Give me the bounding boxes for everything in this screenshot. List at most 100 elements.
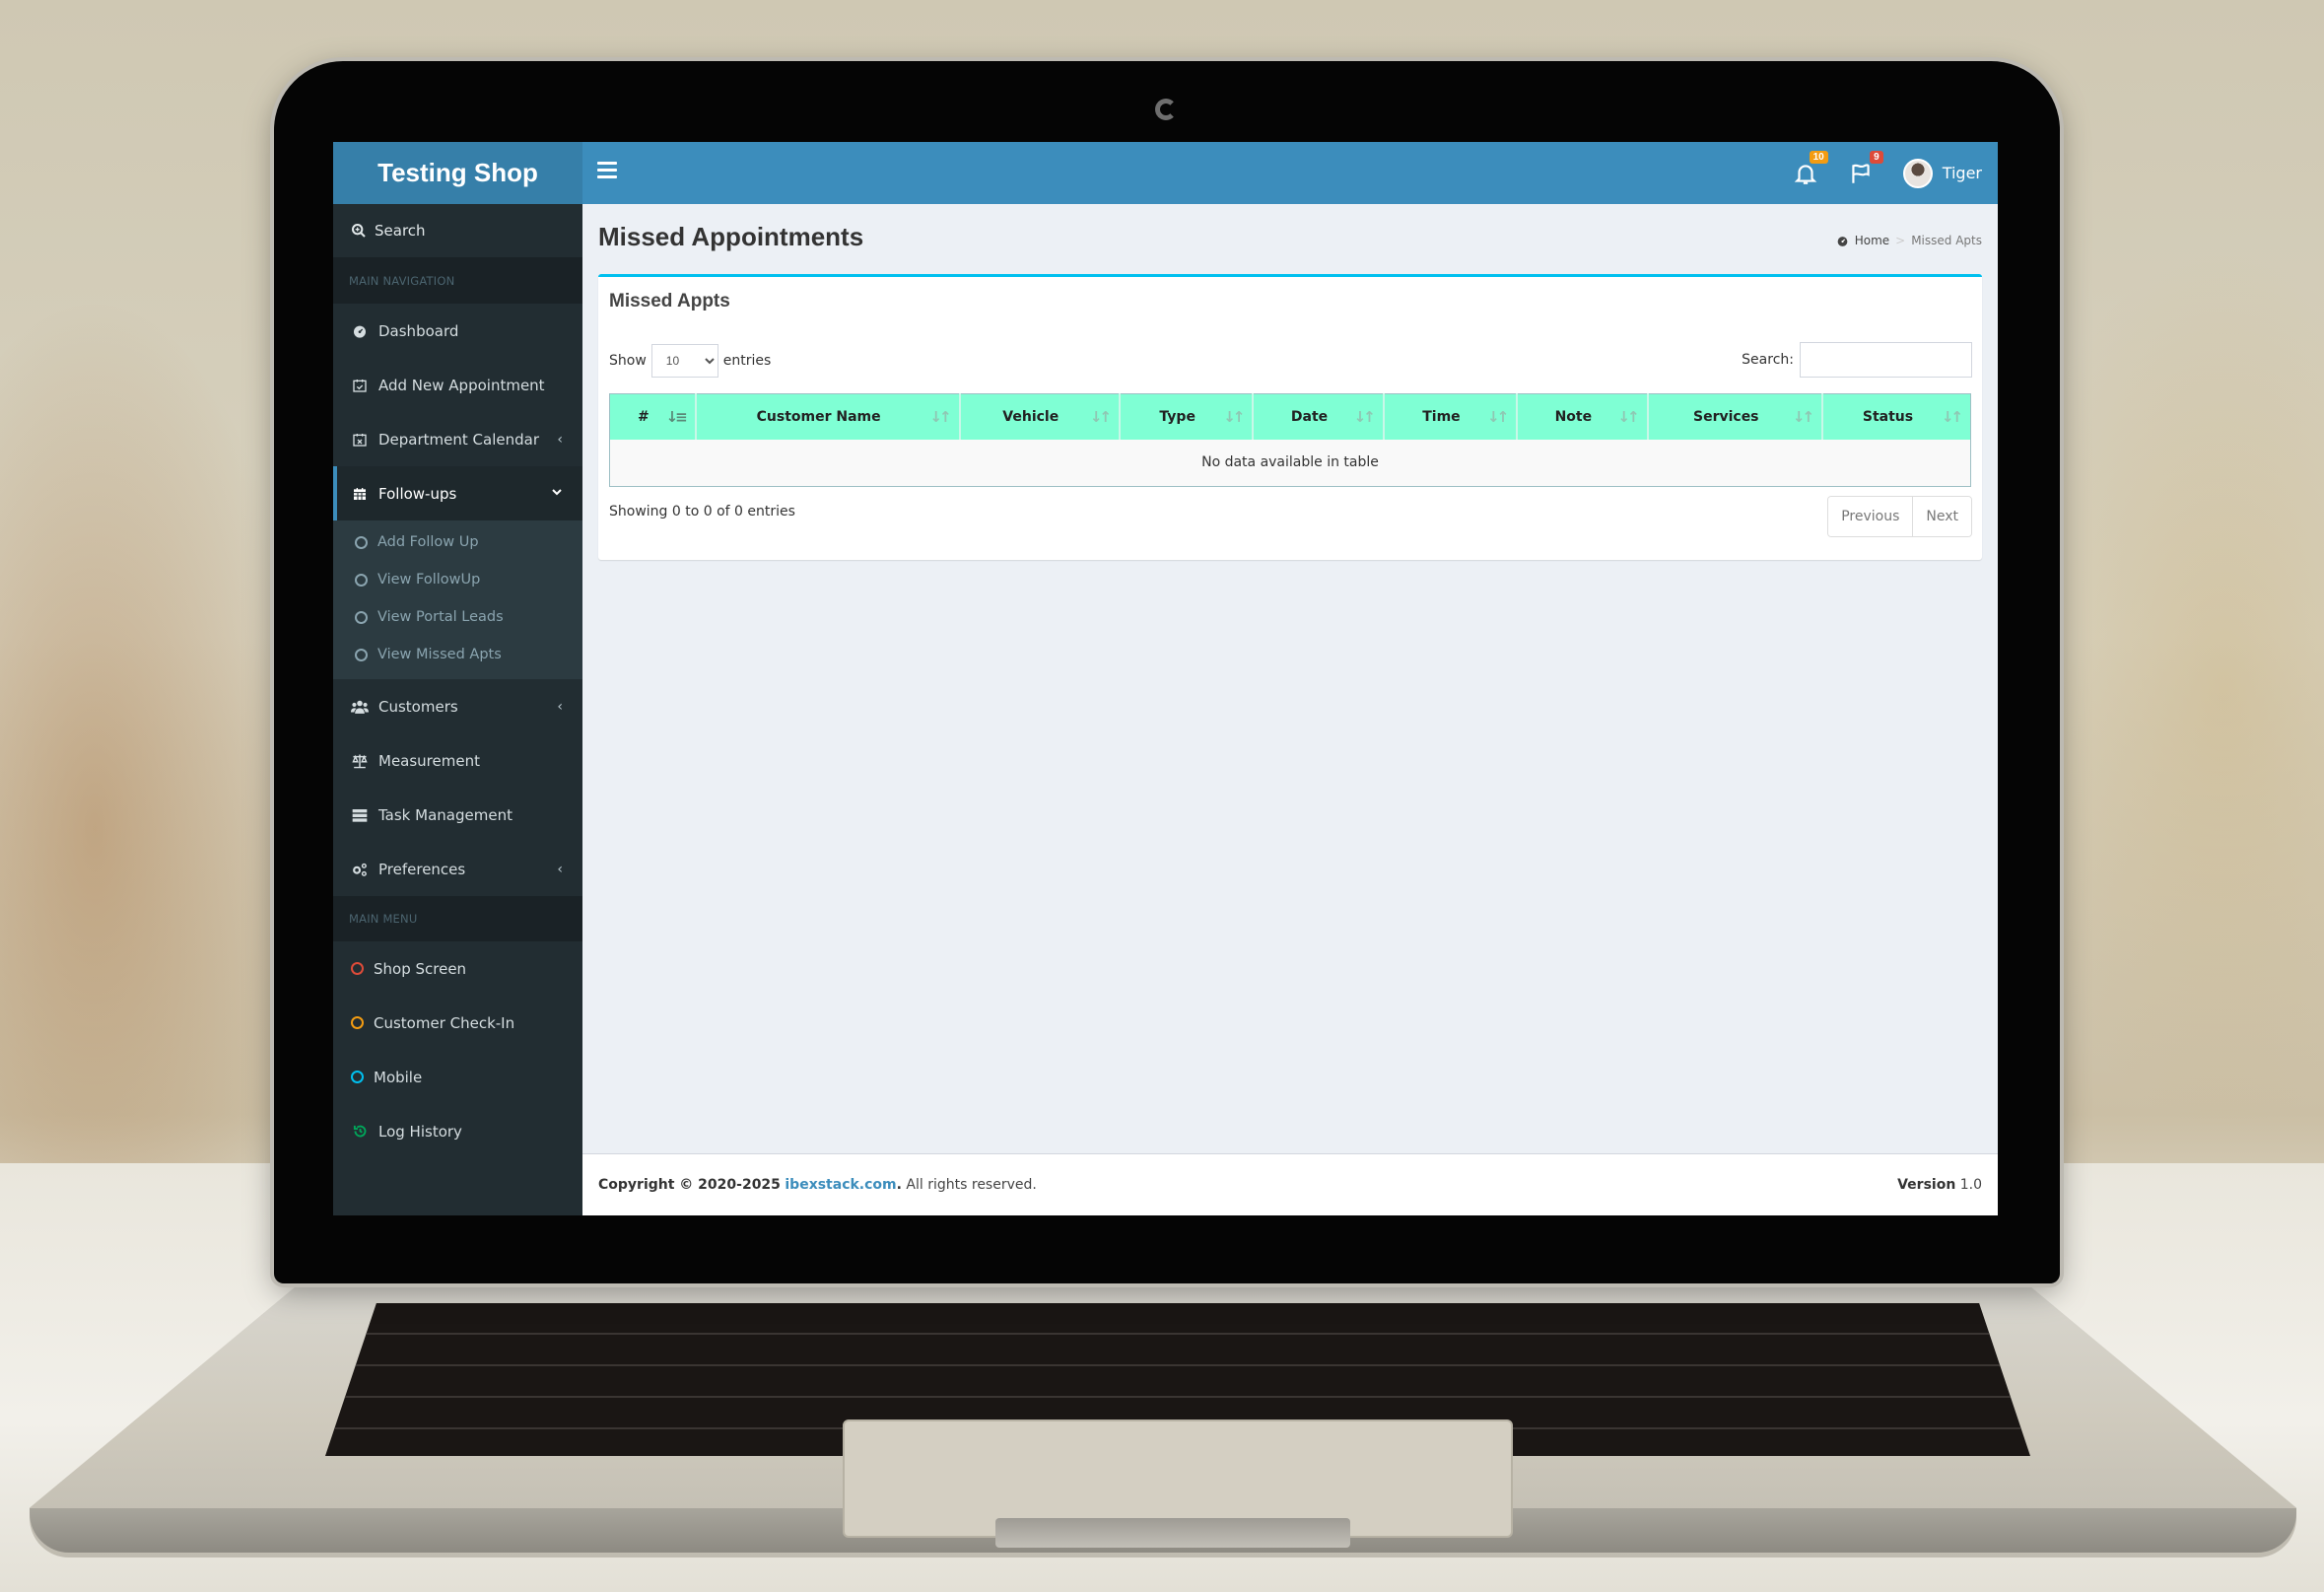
- sidebar-subitem-label: View FollowUp: [377, 572, 481, 588]
- sidebar-item-label: Customers: [378, 697, 458, 716]
- sidebar-subitem-view-followup[interactable]: View FollowUp: [333, 561, 582, 598]
- missed-appts-box: Missed Appts Show 10 entries Search: # ↓≡…: [598, 274, 1982, 560]
- show-label: Show: [609, 353, 647, 369]
- sidebar-item-department-calendar[interactable]: Department Calendar ‹: [333, 412, 582, 466]
- page-title: Missed Appointments: [598, 222, 864, 251]
- sidebar: Search MAIN NAVIGATION Dashboard Add New…: [333, 204, 582, 1215]
- sidebar-subitem-view-missed-apts[interactable]: View Missed Apts: [333, 636, 582, 673]
- sidebar-item-label: Dashboard: [378, 321, 459, 340]
- user-menu[interactable]: Tiger: [1902, 158, 1982, 188]
- column-header-date[interactable]: Date ↓↑: [1253, 393, 1385, 440]
- sidebar-item-mobile[interactable]: Mobile: [333, 1050, 582, 1104]
- company-link[interactable]: ibexstack.com: [785, 1177, 896, 1193]
- circle-icon: [355, 610, 368, 624]
- circle-icon: [351, 1071, 364, 1083]
- sidebar-header-main-menu: MAIN MENU: [333, 896, 582, 941]
- calendar-icon: [351, 485, 369, 503]
- copyright-text: Copyright © 2020-2025: [598, 1177, 781, 1193]
- top-navbar: Testing Shop 10 9 Tiger: [333, 142, 1998, 204]
- breadcrumb-separator: >: [1895, 234, 1906, 247]
- column-header-status[interactable]: Status ↓↑: [1822, 393, 1971, 440]
- empty-table-message: No data available in table: [609, 439, 1971, 487]
- sort-icon: ↓↑: [1792, 408, 1814, 426]
- chevron-left-icon: ‹: [557, 431, 563, 448]
- sort-asc-icon: ↓≡: [665, 408, 688, 426]
- sidebar-header-main-navigation: MAIN NAVIGATION: [333, 258, 582, 304]
- sidebar-item-label: Customer Check-In: [374, 1013, 515, 1032]
- breadcrumb-home[interactable]: Home: [1855, 234, 1889, 247]
- sidebar-item-customers[interactable]: Customers ‹: [333, 679, 582, 733]
- table-header-row: # ↓≡ Customer Name ↓↑ Vehicle ↓↑ Type ↓↑ Dat…: [609, 393, 1971, 440]
- missed-appts-table: # ↓≡ Customer Name ↓↑ Vehicle ↓↑ Type ↓↑ Dat…: [609, 393, 1971, 487]
- sort-icon: ↓↑: [929, 408, 951, 426]
- background-blur-left: [0, 296, 315, 1183]
- sidebar-item-log-history[interactable]: Log History: [333, 1104, 582, 1158]
- user-name: Tiger: [1942, 164, 1982, 182]
- balance-scale-icon: [351, 752, 369, 770]
- sidebar-item-shop-screen[interactable]: Shop Screen: [333, 941, 582, 996]
- flags-badge: 9: [1870, 150, 1883, 164]
- sidebar-item-customer-check-in[interactable]: Customer Check-In: [333, 996, 582, 1050]
- next-button[interactable]: Next: [1912, 497, 1971, 536]
- calendar-check-icon: [351, 377, 369, 394]
- sidebar-item-label: Follow-ups: [378, 484, 457, 503]
- table-info: Showing 0 to 0 of 0 entries: [609, 504, 795, 519]
- table-search: Search:: [1742, 342, 1972, 378]
- circle-icon: [355, 535, 368, 549]
- chevron-down-icon: [551, 486, 563, 502]
- column-header-services[interactable]: Services ↓↑: [1647, 393, 1824, 440]
- webcam: [1155, 99, 1177, 120]
- circle-icon: [355, 648, 368, 661]
- sidebar-item-dashboard[interactable]: Dashboard: [333, 304, 582, 358]
- sidebar-search[interactable]: Search: [333, 204, 582, 258]
- column-header-number[interactable]: # ↓≡: [609, 393, 697, 440]
- sidebar-item-add-new-appointment[interactable]: Add New Appointment: [333, 358, 582, 412]
- breadcrumb: Home > Missed Apts: [1836, 234, 1982, 247]
- column-header-customer-name[interactable]: Customer Name ↓↑: [695, 393, 961, 440]
- sidebar-item-follow-ups[interactable]: Follow-ups: [333, 466, 582, 520]
- dashboard-icon: [1837, 236, 1848, 246]
- avatar: [1902, 158, 1933, 188]
- notifications-button[interactable]: 10: [1793, 150, 1828, 186]
- column-header-vehicle[interactable]: Vehicle ↓↑: [959, 393, 1121, 440]
- sidebar-item-label: Task Management: [378, 805, 513, 824]
- hamburger-icon[interactable]: [597, 162, 617, 181]
- column-header-type[interactable]: Type ↓↑: [1119, 393, 1255, 440]
- sidebar-subitem-label: View Missed Apts: [377, 647, 502, 662]
- sidebar-item-preferences[interactable]: Preferences ‹: [333, 842, 582, 896]
- sort-icon: ↓↑: [1487, 408, 1509, 426]
- sidebar-item-label: Preferences: [378, 860, 466, 878]
- copyright: Copyright © 2020-2025 ibexstack.com. All…: [598, 1177, 1037, 1193]
- version-info: Version 1.0: [1897, 1177, 1982, 1193]
- sidebar-item-task-management[interactable]: Task Management: [333, 788, 582, 842]
- circle-icon: [351, 962, 364, 975]
- cogs-icon: [351, 861, 369, 878]
- column-header-note[interactable]: Note ↓↑: [1517, 393, 1649, 440]
- entries-select[interactable]: 10: [650, 344, 718, 378]
- sidebar-search-label: Search: [375, 222, 426, 240]
- flags-button[interactable]: 9: [1848, 150, 1883, 186]
- flag-icon: [1852, 163, 1870, 183]
- sort-icon: ↓↑: [1617, 408, 1639, 426]
- version-number: 1.0: [1959, 1177, 1982, 1193]
- sidebar-item-label: Department Calendar: [378, 430, 539, 449]
- navbar-right: 10 9 Tiger: [1793, 142, 1982, 204]
- entries-length-control: Show 10 entries: [609, 344, 771, 378]
- brand-logo[interactable]: Testing Shop: [333, 142, 582, 204]
- calendar-x-icon: [351, 431, 369, 449]
- chevron-left-icon: ‹: [557, 861, 563, 877]
- circle-icon: [355, 573, 368, 587]
- search-input[interactable]: [1800, 342, 1972, 378]
- main-footer: Copyright © 2020-2025 ibexstack.com. All…: [582, 1153, 1998, 1215]
- search-icon: [352, 224, 366, 238]
- pagination: Previous Next: [1827, 496, 1972, 537]
- sidebar-subitem-add-follow-up[interactable]: Add Follow Up: [333, 523, 582, 561]
- column-header-time[interactable]: Time ↓↑: [1383, 393, 1519, 440]
- app-screen: Testing Shop 10 9 Tiger Search MAIN NAVI…: [333, 142, 1998, 1215]
- sidebar-item-measurement[interactable]: Measurement: [333, 733, 582, 788]
- follow-ups-submenu: Add Follow Up View FollowUp View Portal …: [333, 520, 582, 679]
- server-icon: [351, 806, 369, 824]
- sidebar-subitem-view-portal-leads[interactable]: View Portal Leads: [333, 598, 582, 636]
- previous-button[interactable]: Previous: [1828, 497, 1913, 536]
- sort-icon: ↓↑: [1941, 408, 1963, 426]
